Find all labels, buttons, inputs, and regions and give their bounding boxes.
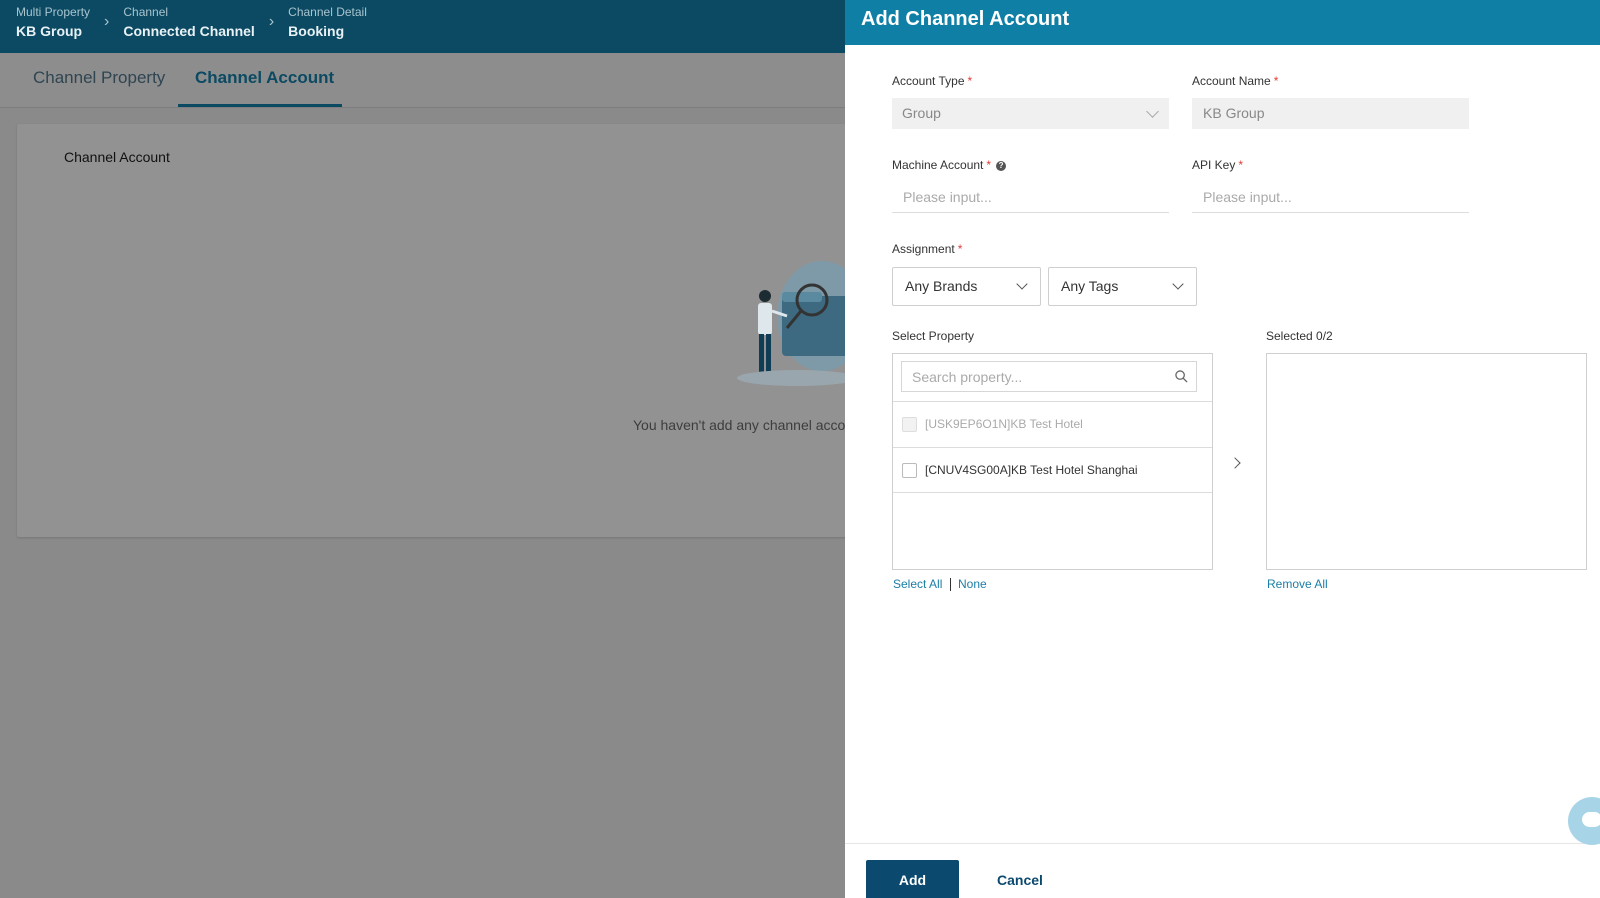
breadcrumb-main-label: Booking <box>288 23 345 39</box>
property-checkbox[interactable] <box>902 463 917 478</box>
active-tab-indicator <box>178 104 342 107</box>
machine-account-input[interactable] <box>892 182 1169 213</box>
property-item-label: [USK9EP6O1N]KB Test Hotel <box>925 417 1083 431</box>
select-all-link[interactable]: Select All <box>893 577 942 591</box>
breadcrumb-multi-property[interactable]: Multi Property KB Group <box>16 5 90 42</box>
machine-account-label: Machine Account *? <box>892 158 1007 172</box>
breadcrumb: Multi Property KB Group › Channel Connec… <box>16 5 367 42</box>
search-icon[interactable] <box>1175 370 1188 383</box>
selected-count-label: Selected 0/2 <box>1266 329 1333 343</box>
property-search <box>901 361 1197 392</box>
chevron-down-icon <box>1146 105 1159 118</box>
property-item[interactable]: [CNUV4SG00A]KB Test Hotel Shanghai <box>893 447 1212 493</box>
machine-account-label-text: Machine Account <box>892 158 984 172</box>
property-search-input[interactable] <box>902 362 1196 391</box>
account-type-select: Group <box>892 98 1169 129</box>
add-channel-account-drawer: Add Channel Account Account Type * Group … <box>845 0 1600 898</box>
required-mark: * <box>957 242 963 256</box>
footer-divider <box>845 843 1600 844</box>
breadcrumb-channel-detail: Channel Detail Booking <box>288 5 367 42</box>
breadcrumb-main-label: Connected Channel <box>123 23 255 39</box>
property-item: [USK9EP6O1N]KB Test Hotel <box>893 401 1212 447</box>
assignment-label-text: Assignment <box>892 242 955 256</box>
chat-icon <box>1582 812 1600 827</box>
chevron-right-icon[interactable] <box>1229 457 1241 469</box>
tags-dropdown-value: Any Tags <box>1061 278 1119 294</box>
api-key-label-text: API Key <box>1192 158 1236 172</box>
select-none-link[interactable]: None <box>958 577 987 591</box>
drawer-header: Add Channel Account <box>845 0 1600 45</box>
api-key-input[interactable] <box>1192 182 1469 213</box>
api-key-label: API Key * <box>1192 158 1243 172</box>
brands-dropdown-value: Any Brands <box>905 278 978 294</box>
breadcrumb-sub-label: Channel Detail <box>288 5 367 19</box>
tab-channel-property[interactable]: Channel Property <box>33 68 165 88</box>
account-name-value: KB Group <box>1203 105 1265 121</box>
tab-channel-account[interactable]: Channel Account <box>195 68 334 88</box>
remove-all-link[interactable]: Remove All <box>1267 577 1328 591</box>
help-icon[interactable]: ? <box>996 160 1007 171</box>
account-type-value: Group <box>902 105 941 121</box>
required-mark: * <box>967 74 973 88</box>
chevron-down-icon <box>1172 278 1184 290</box>
account-name-label-text: Account Name <box>1192 74 1271 88</box>
breadcrumb-channel[interactable]: Channel Connected Channel <box>123 5 254 42</box>
tags-dropdown[interactable]: Any Tags <box>1048 267 1197 306</box>
drawer-title: Add Channel Account <box>861 8 1070 30</box>
property-item-label: [CNUV4SG00A]KB Test Hotel Shanghai <box>925 463 1138 477</box>
chevron-right-icon: › <box>268 13 275 30</box>
chevron-right-icon: › <box>104 13 110 30</box>
required-mark: * <box>1238 158 1244 172</box>
empty-state-text: You haven't add any channel acco <box>633 417 846 433</box>
card-title: Channel Account <box>64 149 170 165</box>
breadcrumb-main-label: KB Group <box>16 23 83 39</box>
selected-list <box>1266 353 1587 570</box>
account-name-field: KB Group <box>1192 98 1469 129</box>
brands-dropdown[interactable]: Any Brands <box>892 267 1041 306</box>
chevron-down-icon <box>1016 278 1028 290</box>
assignment-label: Assignment * <box>892 242 962 256</box>
breadcrumb-sub-label: Multi Property <box>16 5 91 19</box>
account-type-label: Account Type * <box>892 74 972 88</box>
add-button[interactable]: Add <box>866 860 959 898</box>
select-property-label: Select Property <box>892 329 975 343</box>
required-mark: * <box>986 158 992 172</box>
property-checkbox <box>902 417 917 432</box>
account-name-label: Account Name * <box>1192 74 1278 88</box>
link-divider <box>950 578 951 591</box>
breadcrumb-sub-label: Channel <box>123 5 169 19</box>
property-list: [USK9EP6O1N]KB Test Hotel [CNUV4SG00A]KB… <box>892 353 1213 570</box>
required-mark: * <box>1273 74 1279 88</box>
cancel-button[interactable]: Cancel <box>985 860 1055 898</box>
account-type-label-text: Account Type <box>892 74 965 88</box>
